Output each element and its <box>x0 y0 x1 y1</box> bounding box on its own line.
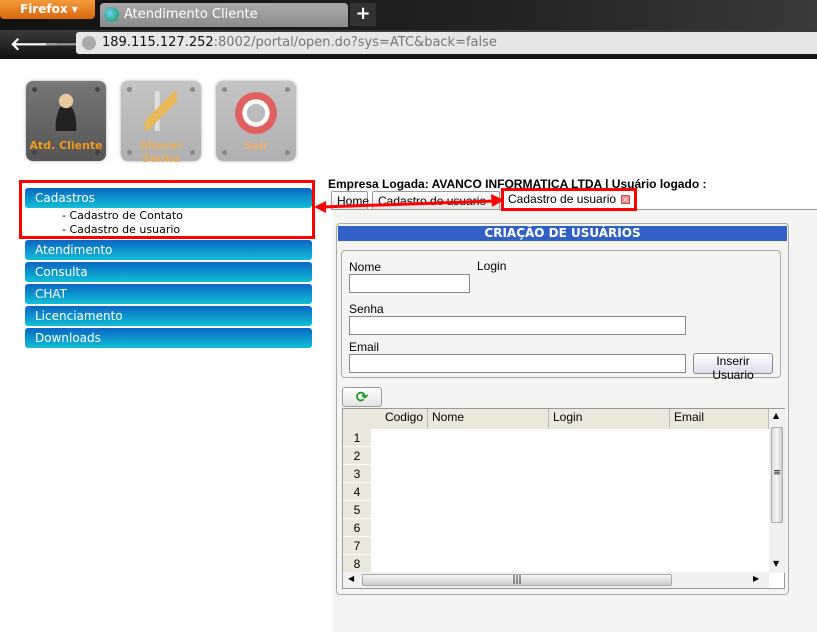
email-input[interactable] <box>349 354 686 373</box>
inserir-usuario-button[interactable]: Inserir Usuario <box>693 353 773 382</box>
sidebar-item-chat[interactable]: CHAT <box>25 284 312 304</box>
tab-label: Cadastro de usuario <box>508 192 617 206</box>
row-number[interactable]: 2 <box>343 447 371 465</box>
row-number[interactable]: 7 <box>343 537 371 555</box>
highlight-box-sidebar <box>19 180 315 239</box>
users-grid: Codigo Nome Login Email 12345678 ▲ ≡ ▼ ◀… <box>342 408 785 589</box>
firefox-label: Firefox <box>20 2 68 16</box>
url-host: 189.115.127.252 <box>102 35 214 50</box>
atd-cliente-button[interactable]: Atd. Cliente <box>26 81 106 161</box>
login-label: Login <box>477 259 507 273</box>
keys-icon <box>145 91 177 131</box>
horizontal-scrollbar[interactable]: ◀ ||| ▶ <box>343 572 769 588</box>
column-header-login[interactable]: Login <box>549 409 670 429</box>
url-bar[interactable]: 189.115.127.252:8002/portal/open.do?sys=… <box>76 32 817 54</box>
row-number[interactable]: 3 <box>343 465 371 483</box>
sidebar-item-consulta[interactable]: Consulta <box>25 262 312 282</box>
row-number[interactable]: 8 <box>343 555 371 573</box>
scroll-right-icon[interactable]: ▶ <box>753 574 759 583</box>
button-label: Alterar Senha <box>139 139 183 165</box>
email-label: Email <box>349 340 380 354</box>
power-icon <box>235 92 277 134</box>
vertical-scroll-thumb[interactable]: ≡ <box>771 427 783 523</box>
nome-label: Nome <box>349 260 382 274</box>
highlight-arrow <box>314 194 504 213</box>
scroll-down-icon[interactable]: ▼ <box>773 559 779 568</box>
row-number[interactable]: 6 <box>343 519 371 537</box>
browser-tab-bar: Firefox ▾ Atendimento Cliente + <box>0 0 817 30</box>
vertical-scrollbar[interactable]: ▲ ≡ ▼ <box>769 409 785 573</box>
site-icon <box>82 36 96 50</box>
nome-input[interactable] <box>349 274 470 293</box>
senha-label: Senha <box>349 302 384 316</box>
sidebar-item-downloads[interactable]: Downloads <box>25 328 312 348</box>
globe-icon <box>104 7 119 22</box>
url-path: :8002/portal/open.do?sys=ATC&back=false <box>213 35 497 50</box>
tab-cadastro-usuario-active[interactable]: Cadastro de usuario × <box>501 188 637 211</box>
new-tab-button[interactable]: + <box>350 3 376 26</box>
browser-tab[interactable]: Atendimento Cliente <box>100 3 348 27</box>
scroll-up-icon[interactable]: ▲ <box>773 411 779 420</box>
horizontal-scroll-thumb[interactable]: ||| <box>362 574 672 586</box>
column-header-email[interactable]: Email <box>670 409 769 429</box>
row-number[interactable]: 1 <box>343 429 371 447</box>
navigation-bar: 🡐 🡒 189.115.127.252:8002/portal/open.do?… <box>0 30 817 59</box>
sidebar-item-atendimento[interactable]: Atendimento <box>25 240 312 260</box>
alterar-senha-button[interactable]: Alterar Senha <box>121 81 201 165</box>
firefox-menu-button[interactable]: Firefox ▾ <box>0 0 95 19</box>
close-tab-icon[interactable]: × <box>621 195 630 204</box>
button-label: Atd. Cliente <box>29 139 103 152</box>
users-icon <box>50 91 82 131</box>
sair-button[interactable]: Sair <box>216 81 296 161</box>
button-label: Sair <box>243 139 269 152</box>
sidebar-item-licenciamento[interactable]: Licenciamento <box>25 306 312 326</box>
refresh-button[interactable]: ⟳ <box>342 387 382 407</box>
refresh-icon: ⟳ <box>355 388 369 406</box>
senha-input[interactable] <box>349 316 686 335</box>
row-number[interactable]: 5 <box>343 501 371 519</box>
tab-title: Atendimento Cliente <box>124 7 258 22</box>
column-header-codigo[interactable]: Codigo <box>343 409 428 429</box>
panel-title: CRIAÇÃO DE USUÁRIOS <box>338 226 787 241</box>
row-number[interactable]: 4 <box>343 483 371 501</box>
column-header-nome[interactable]: Nome <box>428 409 549 429</box>
scroll-left-icon[interactable]: ◀ <box>348 574 354 583</box>
